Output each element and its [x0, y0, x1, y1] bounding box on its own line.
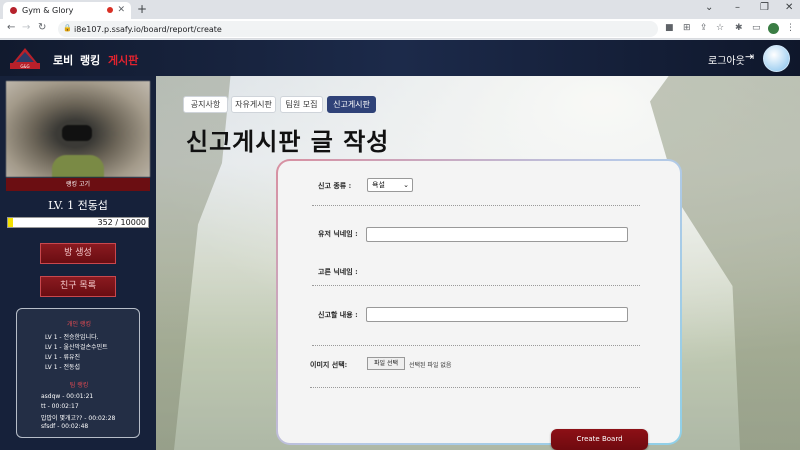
team-ranking-item: asdqw - 00:01:21: [41, 393, 94, 400]
form-divider: [312, 345, 640, 346]
extensions-icon[interactable]: ✱: [735, 23, 743, 33]
reload-icon[interactable]: ↻: [38, 22, 46, 33]
image-select-label: 이미지 선택:: [310, 360, 348, 369]
exp-progress-text: 352 / 10000: [97, 218, 147, 227]
svg-text:G&G: G&G: [20, 64, 29, 69]
personal-ranking-item: LV 1 - 전승한입니다.: [45, 334, 99, 341]
team-ranking-item: tt - 00:02:17: [41, 403, 79, 410]
site-page: G&G 로비 랭킹 게시판 로그아웃 ⇥ 랭킹 고기 LV. 1 전동섭 352…: [0, 40, 800, 450]
report-type-label: 신고 종류 :: [318, 181, 352, 190]
report-type-value: 욕설: [372, 181, 385, 189]
window-close-button[interactable]: ✕: [785, 2, 793, 13]
file-select-button[interactable]: 파일 선택: [367, 357, 405, 370]
profile-photo-mask: [62, 125, 92, 141]
minimize-button[interactable]: –: [735, 2, 740, 13]
report-content-label: 신고할 내용 :: [318, 310, 358, 319]
lock-icon: 🔒: [63, 24, 72, 32]
selected-nickname-label: 고른 닉네임 :: [318, 267, 358, 276]
ranking-panel: 개인 랭킹 LV 1 - 전승한입니다. LV 1 - 울산막걸손수민트 LV …: [16, 308, 140, 438]
browser-tabbar: Gym & Glory ✕ + ⌄ – ❐ ✕: [0, 0, 800, 19]
translate-icon[interactable]: ⊞: [683, 23, 691, 33]
url-text: i8e107.p.ssafy.io/board/report/create: [74, 24, 222, 34]
camera-icon[interactable]: ■: [665, 23, 674, 33]
user-nickname-input[interactable]: [366, 227, 628, 242]
share-icon[interactable]: ⇪: [700, 23, 708, 33]
gym-glory-logo-icon[interactable]: G&G: [6, 44, 44, 72]
profile-avatar-icon[interactable]: [768, 23, 779, 34]
rank-label: 랭킹 고기: [6, 178, 150, 191]
friend-list-button[interactable]: 친구 목록: [40, 276, 116, 297]
team-ranking-title: 팀 랭킹: [69, 382, 89, 389]
sidebar: 랭킹 고기 LV. 1 전동섭 352 / 10000 방 생성 친구 목록 개…: [0, 76, 156, 450]
form-divider: [312, 285, 640, 286]
user-avatar[interactable]: [763, 45, 790, 72]
user-nickname-label: 유저 닉네임 :: [318, 229, 358, 238]
browser-toolbar: ← → ↻ 🔒 i8e107.p.ssafy.io/board/report/c…: [0, 19, 800, 39]
browser-menu-icon[interactable]: ⋮: [786, 23, 795, 33]
chevron-down-icon: ⌄: [403, 181, 409, 189]
personal-ranking-item: LV 1 - 류유진: [45, 354, 81, 361]
create-room-button[interactable]: 방 생성: [40, 243, 116, 264]
personal-ranking-title: 개인 랭킹: [67, 321, 91, 328]
user-level: LV. 1 전동섭: [48, 199, 108, 212]
browser-tab[interactable]: Gym & Glory ✕: [3, 2, 131, 19]
personal-ranking-item: LV 1 - 울산막걸손수민트: [45, 344, 108, 351]
bookmark-star-icon[interactable]: ☆: [716, 23, 724, 33]
report-content-input[interactable]: [366, 307, 628, 322]
top-navigation: G&G 로비 랭킹 게시판 로그아웃 ⇥: [0, 40, 800, 76]
exp-progress-bar: 352 / 10000: [7, 217, 149, 228]
browser-tab-title: Gym & Glory: [22, 6, 74, 15]
create-board-button[interactable]: Create Board: [551, 429, 648, 450]
forward-icon[interactable]: →: [22, 22, 30, 33]
new-tab-button[interactable]: +: [137, 2, 147, 16]
report-form-card: 신고 종류 : 욕설 ⌄ 유저 닉네임 : 고른 닉네임 : 신고할 내용 : …: [276, 159, 682, 450]
tab-free-board[interactable]: 자유게시판: [231, 96, 276, 113]
page-title: 신고게시판 글 작성: [186, 128, 390, 156]
close-tab-icon[interactable]: ✕: [117, 5, 125, 15]
recording-dot-icon: [107, 7, 113, 13]
tab-search-icon[interactable]: ⌄: [705, 2, 713, 13]
file-status-text: 선택된 파일 없음: [409, 362, 452, 369]
sidepanel-icon[interactable]: ▭: [752, 23, 761, 33]
nav-board-link[interactable]: 게시판: [108, 52, 138, 68]
back-icon[interactable]: ←: [7, 22, 15, 33]
report-type-select[interactable]: 욕설 ⌄: [367, 178, 413, 192]
logout-icon[interactable]: ⇥: [745, 50, 754, 63]
tab-report-board[interactable]: 신고게시판: [327, 96, 376, 113]
maximize-button[interactable]: ❐: [760, 2, 769, 13]
team-ranking-item: 밥밥이 몇개고?? - 00:02:28: [41, 415, 116, 422]
form-divider: [310, 387, 640, 388]
profile-photo-shirt: [52, 155, 104, 177]
team-ranking-item: sfsdf - 00:02:48: [41, 423, 89, 430]
tab-team-recruit[interactable]: 팀원 모집: [280, 96, 323, 113]
form-divider: [312, 205, 640, 206]
profile-photo: [6, 81, 150, 177]
tab-notice[interactable]: 공지사항: [183, 96, 228, 113]
logout-link[interactable]: 로그아웃: [708, 52, 745, 67]
personal-ranking-item: LV 1 - 전동섭: [45, 364, 81, 371]
address-bar[interactable]: 🔒 i8e107.p.ssafy.io/board/report/create: [58, 21, 658, 37]
exp-progress-fill: [8, 218, 13, 227]
site-favicon-icon: [10, 7, 17, 14]
nav-ranking-link[interactable]: 랭킹: [80, 52, 100, 68]
nav-lobby-link[interactable]: 로비: [53, 52, 73, 68]
